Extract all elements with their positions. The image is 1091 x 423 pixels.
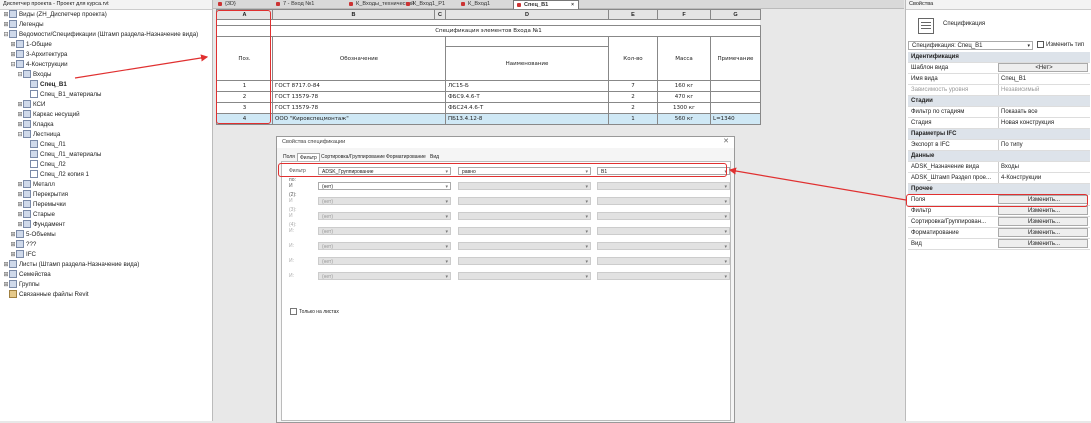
arrow-to-pos-column: [74, 54, 209, 79]
annotation-arrows: [74, 54, 907, 201]
arrow-to-filter-row: [728, 167, 907, 201]
